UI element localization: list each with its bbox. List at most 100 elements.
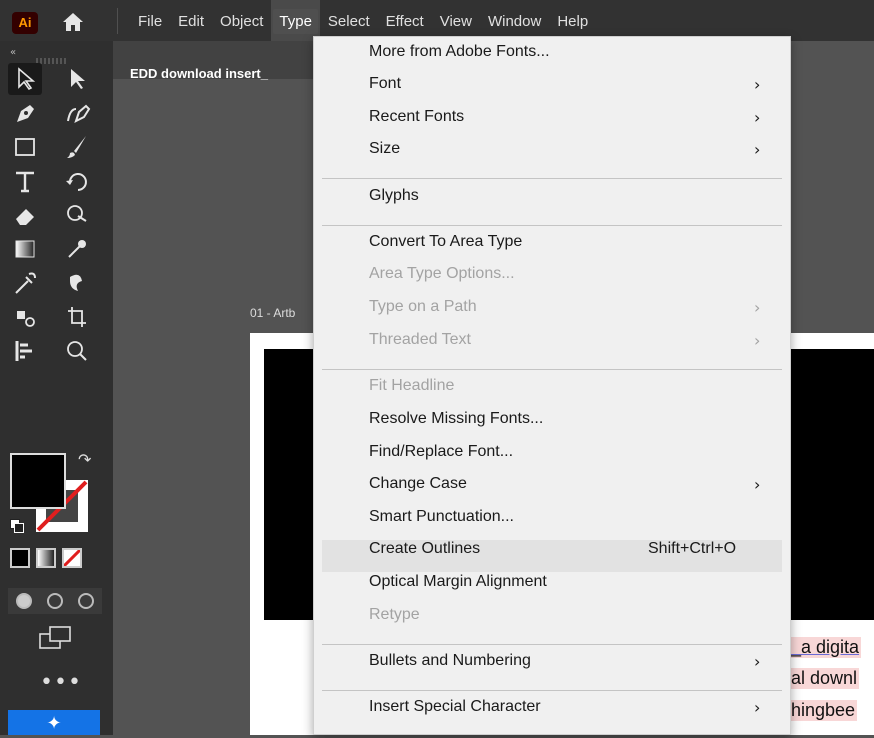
menu-item-font[interactable]: Font › (314, 75, 790, 107)
menu-item-label: Threaded Text (369, 331, 471, 348)
gradient-tool-icon[interactable] (8, 233, 42, 265)
menu-item-label: Font (369, 75, 402, 92)
menu-item-label: Recent Fonts (369, 108, 465, 125)
home-icon[interactable] (62, 12, 84, 32)
menu-item-label: Bullets and Numbering (369, 652, 531, 669)
menu-item-optical-margin-alignment[interactable]: Optical Margin Alignment (314, 573, 790, 605)
menu-help[interactable]: Help (549, 0, 596, 41)
rectangle-tool-icon[interactable] (8, 131, 42, 163)
menu-item-fit-headline: Fit Headline (314, 377, 790, 409)
menu-item-label: Resolve Missing Fonts... (369, 410, 544, 427)
menu-item-label: Convert To Area Type (369, 233, 523, 250)
menu-separator (322, 690, 782, 691)
menu-separator (322, 644, 782, 645)
type-tool-icon[interactable] (8, 165, 42, 197)
color-mode-icon[interactable] (10, 548, 30, 568)
eyedropper-tool-icon[interactable] (8, 267, 42, 299)
menu-object[interactable]: Object (212, 0, 271, 41)
eraser-tool-icon[interactable] (8, 199, 42, 231)
document-text-line[interactable]: hingbee (789, 700, 858, 721)
submenu-arrow-icon: › (754, 652, 761, 671)
menu-separator (322, 178, 782, 179)
illustrator-logo[interactable]: Ai (12, 12, 38, 34)
menu-item-insert-special-character[interactable]: Insert Special Character › (314, 698, 790, 730)
menu-item-label: Area Type Options... (369, 265, 515, 282)
menu-item-recent-fonts[interactable]: Recent Fonts › (314, 108, 790, 140)
bar-graph-tool-icon[interactable] (8, 335, 42, 367)
selection-tool-icon[interactable] (8, 63, 42, 95)
menu-item-threaded-text: Threaded Text › (314, 331, 790, 363)
submenu-arrow-icon: › (754, 698, 761, 717)
symbol-sprayer-tool-icon[interactable] (60, 267, 94, 299)
screen-mode-icon[interactable] (38, 624, 74, 652)
menu-view[interactable]: View (432, 0, 480, 41)
menu-select[interactable]: Select (320, 0, 378, 41)
menu-item-glyphs[interactable]: Glyphs (314, 187, 790, 219)
menu-item-resolve-missing-fonts[interactable]: Resolve Missing Fonts... (314, 410, 790, 442)
menu-item-smart-punctuation[interactable]: Smart Punctuation... (314, 508, 790, 540)
menu-item-size[interactable]: Size › (314, 140, 790, 172)
artboard-tool-icon[interactable] (60, 301, 94, 333)
menu-separator (322, 225, 782, 226)
menu-item-bullets-and-numbering[interactable]: Bullets and Numbering › (314, 652, 790, 684)
draw-behind-icon[interactable] (46, 593, 63, 609)
menu-edit[interactable]: Edit (170, 0, 212, 41)
pen-tool-icon[interactable] (8, 97, 42, 129)
menu-window[interactable]: Window (480, 0, 549, 41)
menu-item-label: Type on a Path (369, 298, 477, 315)
color-mode-row (10, 548, 82, 568)
generative-tool-icon[interactable]: ✦ (8, 710, 100, 735)
type-menu-dropdown: More from Adobe Fonts... Font › Recent F… (313, 36, 791, 735)
menu-item-label: Smart Punctuation... (369, 508, 514, 525)
menu-items: File Edit Object Type Select Effect View… (130, 0, 596, 41)
live-paint-bucket-icon[interactable] (8, 301, 42, 333)
zoom-tool-icon[interactable] (60, 335, 94, 367)
fill-swatch[interactable] (10, 453, 66, 509)
document-text-line[interactable]: al downl (789, 668, 860, 689)
menubar-divider (117, 8, 118, 34)
draw-inside-icon[interactable] (78, 593, 95, 609)
menu-item-label: More from Adobe Fonts... (369, 43, 550, 60)
submenu-arrow-icon: › (754, 475, 761, 494)
menu-bar: Ai File Edit Object Type Select Effect V… (0, 0, 874, 41)
menu-item-label: Create Outlines (369, 540, 481, 557)
submenu-arrow-icon: › (754, 140, 761, 159)
curvature-tool-icon[interactable] (60, 97, 94, 129)
paintbrush-tool-icon[interactable] (60, 131, 94, 163)
gradient-mode-icon[interactable] (36, 548, 56, 568)
rotate-tool-icon[interactable] (60, 165, 94, 197)
direct-selection-tool-icon[interactable] (60, 63, 94, 95)
swap-fill-stroke-icon[interactable]: ↷ (78, 450, 91, 469)
document-text-line[interactable]: _a digita (789, 637, 862, 658)
menu-item-convert-to-area-type[interactable]: Convert To Area Type (314, 233, 790, 265)
menu-item-more-from-adobe-fonts[interactable]: More from Adobe Fonts... (314, 43, 790, 75)
menu-item-retype: Retype (314, 606, 790, 638)
menu-separator (322, 369, 782, 370)
menu-item-label: Insert Special Character (369, 698, 541, 715)
menu-item-type-on-a-path: Type on a Path › (314, 298, 790, 330)
menu-item-label: Retype (369, 606, 420, 623)
menu-item-label: Glyphs (369, 187, 419, 204)
blend-tool-icon[interactable] (60, 233, 94, 265)
menu-item-shortcut: Shift+Ctrl+O (648, 540, 737, 557)
menu-item-find-replace-font[interactable]: Find/Replace Font... (314, 443, 790, 475)
none-mode-icon[interactable] (62, 548, 82, 568)
draw-normal-icon[interactable] (15, 593, 32, 609)
draw-modes-row (8, 588, 102, 614)
shape-builder-tool-icon[interactable] (60, 199, 94, 231)
menu-item-change-case[interactable]: Change Case › (314, 475, 790, 507)
default-fill-stroke-icon[interactable] (10, 518, 24, 533)
menu-item-label: Size (369, 140, 401, 157)
menu-type[interactable]: Type (271, 0, 320, 41)
document-tab-title: EDD download insert_ (130, 66, 268, 81)
more-tools-icon[interactable]: ••• (40, 672, 82, 694)
menu-file[interactable]: File (130, 0, 170, 41)
submenu-arrow-icon: › (754, 108, 761, 127)
menu-item-label: Find/Replace Font... (369, 443, 514, 460)
menu-item-create-outlines[interactable]: Create Outlines Shift+Ctrl+O (322, 540, 782, 572)
submenu-arrow-icon: › (754, 298, 761, 317)
menu-item-label: Fit Headline (369, 377, 455, 394)
menu-type-label: Type (273, 9, 318, 34)
collapse-panel-icon[interactable]: « (10, 47, 16, 58)
menu-effect[interactable]: Effect (378, 0, 432, 41)
